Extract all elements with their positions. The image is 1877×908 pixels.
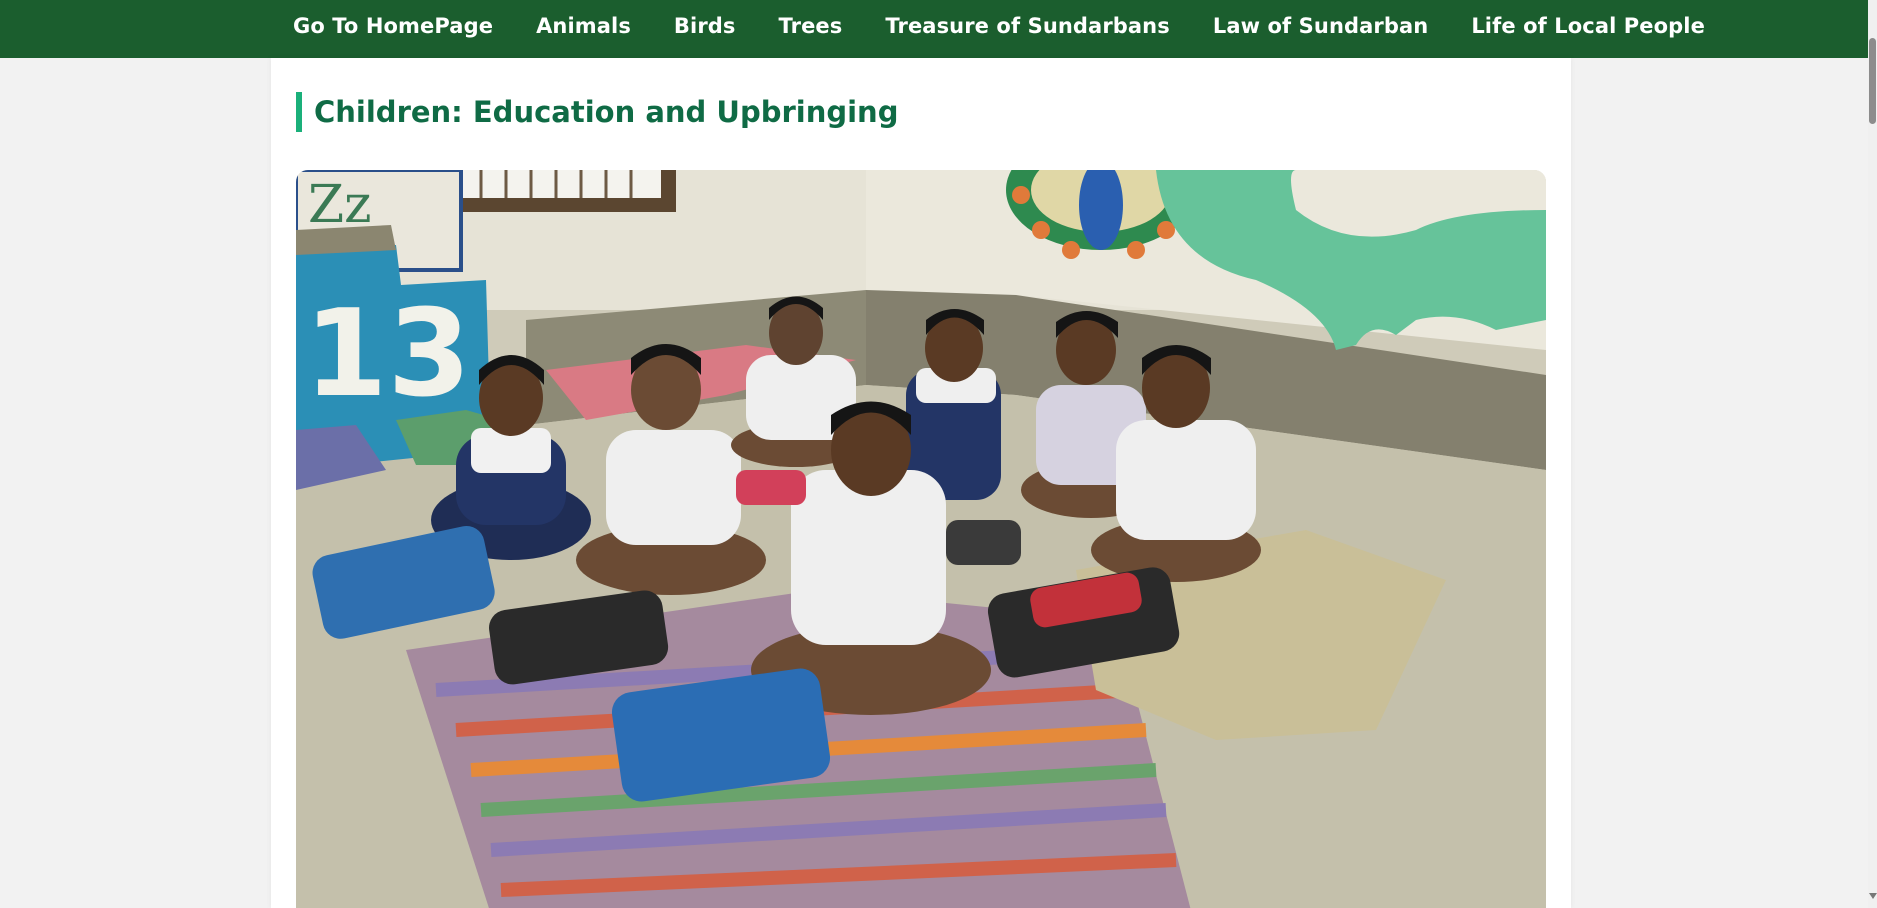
- nav-item-homepage[interactable]: Go To HomePage: [293, 14, 493, 38]
- nav-item-animals[interactable]: Animals: [536, 14, 631, 38]
- children-classroom-photo: Zz 13: [296, 170, 1546, 908]
- nav-menu: Go To HomePage Animals Birds Trees Treas…: [293, 0, 1705, 52]
- nav-item-life-of-local-people[interactable]: Life of Local People: [1471, 14, 1705, 38]
- section-heading: Children: Education and Upbringing: [296, 92, 898, 132]
- step-top: [296, 225, 396, 255]
- page: Go To HomePage Animals Birds Trees Treas…: [0, 0, 1877, 908]
- scroll-down-arrow-icon[interactable]: [1869, 893, 1877, 899]
- scrollbar-thumb[interactable]: [1869, 38, 1876, 124]
- top-navigation-bar: Go To HomePage Animals Birds Trees Treas…: [0, 0, 1868, 58]
- nav-item-trees[interactable]: Trees: [779, 14, 843, 38]
- photo-illustration: Zz 13: [296, 170, 1546, 908]
- step-number: 13: [304, 285, 471, 424]
- nav-item-law-of-sundarban[interactable]: Law of Sundarban: [1213, 14, 1428, 38]
- nav-item-birds[interactable]: Birds: [674, 14, 736, 38]
- vertical-scrollbar[interactable]: [1868, 0, 1877, 908]
- nav-item-treasure-of-sundarbans[interactable]: Treasure of Sundarbans: [885, 14, 1169, 38]
- content-card: Children: Education and Upbringing Zz 13: [271, 58, 1571, 908]
- wall-letters: Zz: [308, 175, 372, 235]
